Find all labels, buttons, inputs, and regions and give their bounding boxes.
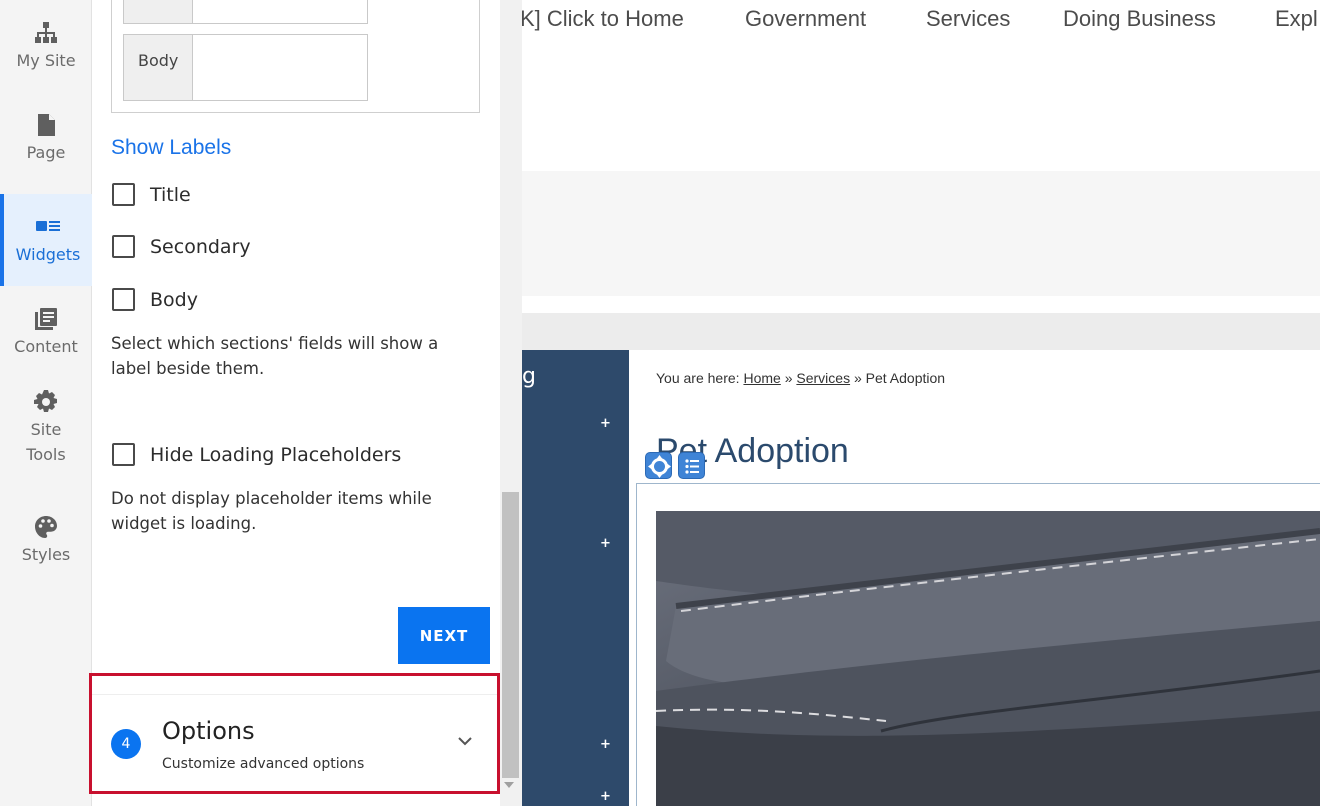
next-button[interactable]: NEXT <box>398 607 490 664</box>
expand-plus-icon[interactable]: + <box>600 789 611 804</box>
options-subtitle: Customize advanced options <box>162 756 365 772</box>
breadcrumb-home-link[interactable]: Home <box>743 370 780 386</box>
checkbox-label: Title <box>150 183 191 206</box>
widgets-icon <box>36 220 60 231</box>
breadcrumb-current: Pet Adoption <box>865 370 946 386</box>
options-title: Options <box>162 717 255 745</box>
rail-label: Site <box>30 420 62 439</box>
move-widget-icon[interactable] <box>645 452 672 479</box>
expand-plus-icon[interactable]: + <box>600 737 611 752</box>
breadcrumb-prefix: You are here: <box>656 370 740 386</box>
rail-label: Tools <box>26 445 66 464</box>
icon-rail: My Site Page Widgets Content Site Tools … <box>0 0 92 806</box>
checkbox-hide-loading-placeholders[interactable]: Hide Loading Placeholders <box>112 443 401 466</box>
checkbox-body[interactable]: Body <box>112 288 198 311</box>
rail-item-page[interactable]: Page <box>0 92 92 184</box>
rail-item-my-site[interactable]: My Site <box>0 0 92 92</box>
checkbox-label: Hide Loading Placeholders <box>150 443 402 466</box>
rail-item-content[interactable]: Content <box>0 286 92 378</box>
palette-icon <box>35 515 57 538</box>
rail-item-widgets[interactable]: Widgets <box>0 194 92 286</box>
rail-label: Widgets <box>15 244 81 264</box>
divider <box>92 694 497 695</box>
content-icon <box>35 307 57 330</box>
hide-placeholders-help: Do not display placeholder items while w… <box>111 489 432 533</box>
checkbox-box[interactable] <box>112 443 135 466</box>
sitemap-icon <box>35 21 57 43</box>
list-settings-icon[interactable] <box>678 452 705 479</box>
rail-label: My Site <box>16 50 76 70</box>
step-number-badge: 4 <box>111 729 141 759</box>
field-row-label <box>124 0 193 23</box>
pet-photo <box>656 511 1320 806</box>
rail-item-styles[interactable]: Styles <box>0 494 92 586</box>
rail-label: Page <box>26 142 66 162</box>
rail-item-site-tools[interactable]: Site Tools <box>0 378 92 478</box>
nav-item-services[interactable]: Services <box>926 6 1010 32</box>
show-labels-help: Select which sections' fields will show … <box>111 334 439 378</box>
checkbox-label: Secondary <box>150 235 251 258</box>
field-row-label: Body <box>124 35 193 100</box>
checkbox-box[interactable] <box>112 183 135 206</box>
rail-label: Styles <box>21 544 71 564</box>
checkbox-box[interactable] <box>112 235 135 258</box>
expand-plus-icon[interactable]: + <box>600 416 611 431</box>
subheader-band <box>522 313 1320 350</box>
breadcrumb-separator: » <box>784 370 793 386</box>
nav-item-doing-business[interactable]: Doing Business <box>1063 6 1216 32</box>
breadcrumb: You are here: Home » Services » Pet Adop… <box>656 370 945 386</box>
side-nav-heading: g <box>522 364 536 389</box>
checkbox-label: Body <box>150 288 198 311</box>
scroll-down-arrow-icon[interactable] <box>504 782 514 788</box>
nav-item-government[interactable]: Government <box>745 6 866 32</box>
breadcrumb-separator: » <box>853 370 862 386</box>
checkbox-secondary[interactable]: Secondary <box>112 235 251 258</box>
expand-plus-icon[interactable]: + <box>600 536 611 551</box>
checkbox-box[interactable] <box>112 288 135 311</box>
page-icon <box>38 113 55 136</box>
scrollbar-thumb[interactable] <box>502 492 519 778</box>
show-labels-heading: Show Labels <box>111 136 232 159</box>
checkbox-title[interactable]: Title <box>112 183 191 206</box>
field-row-body[interactable]: Body <box>123 34 368 101</box>
header-band <box>522 171 1320 296</box>
gear-icon <box>34 390 57 412</box>
chevron-down-icon[interactable] <box>458 734 472 748</box>
nav-item-explore[interactable]: Expl <box>1275 6 1318 32</box>
site-preview: K] Click to Home Government Services Doi… <box>522 0 1320 806</box>
side-navigation: g + + + + <box>522 350 629 806</box>
options-step[interactable]: 4 Options Customize advanced options <box>89 673 500 794</box>
field-row-secondary[interactable] <box>123 0 368 24</box>
nav-item-home[interactable]: K] Click to Home <box>522 6 684 32</box>
breadcrumb-services-link[interactable]: Services <box>796 370 850 386</box>
rail-label: Content <box>14 336 78 356</box>
